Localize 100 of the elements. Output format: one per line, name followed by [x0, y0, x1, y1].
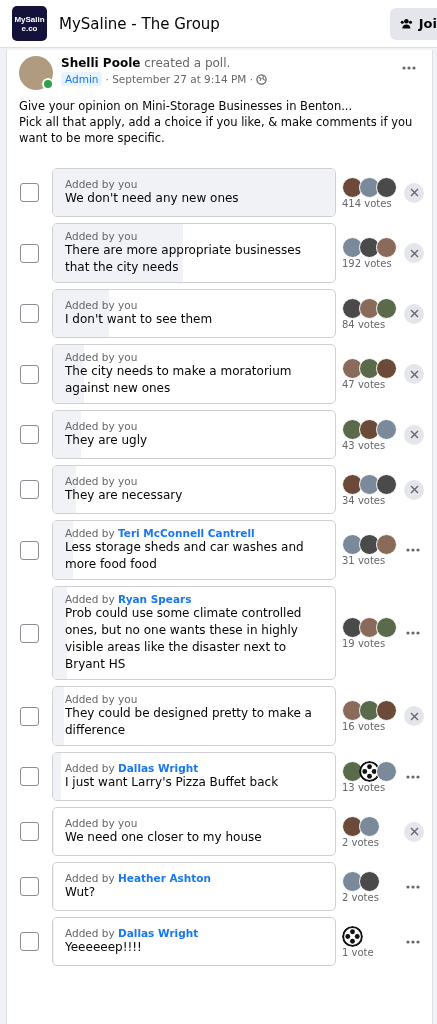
voter-avatar[interactable]: [342, 534, 363, 555]
voter-avatar[interactable]: [342, 473, 363, 495]
voter-avatar[interactable]: [359, 534, 380, 555]
vote-count[interactable]: 31 votes: [342, 555, 400, 566]
remove-option-button[interactable]: [404, 821, 424, 842]
voter-avatar[interactable]: [342, 297, 363, 319]
poll-option[interactable]: Added by Heather Ashton Wut?: [52, 862, 336, 911]
group-title[interactable]: MySaline - The Group: [59, 14, 378, 33]
voter-avatar[interactable]: [342, 176, 363, 198]
remove-option-button[interactable]: [404, 424, 424, 445]
join-button[interactable]: Joi: [390, 7, 437, 40]
author-name[interactable]: Shelli Poole: [61, 56, 141, 70]
author-link[interactable]: Heather Ashton: [118, 872, 212, 884]
film-reel-icon[interactable]: [359, 760, 380, 782]
people-icon: [400, 17, 413, 30]
poll-option[interactable]: Added by Ryan Spears Prob could use some climate controlled ones, but no one wants these in highly visible areas like the disaster next to Bryant HS: [52, 586, 336, 680]
poll-option[interactable]: Added by you They could be designed pretty to make a difference: [52, 686, 336, 746]
voter-avatar[interactable]: [359, 358, 380, 379]
close-icon: [409, 827, 419, 836]
poll-option[interactable]: Added by you We need one closer to my house: [52, 807, 336, 856]
option-checkbox[interactable]: [20, 932, 39, 951]
option-checkbox[interactable]: [20, 304, 39, 323]
added-by-label: Added by: [65, 872, 115, 884]
option-checkbox[interactable]: [20, 364, 39, 384]
option-text: I just want Larry's Pizza Buffet back: [65, 774, 279, 791]
vote-count[interactable]: 414 votes: [342, 197, 400, 209]
group-logo[interactable]: MySaline.co: [12, 6, 47, 41]
added-by-label: Added by: [65, 927, 115, 939]
poll-option[interactable]: Added by you They are necessary: [52, 465, 336, 514]
remove-option-button[interactable]: [404, 303, 424, 324]
poll-option[interactable]: Added by you They are ugly: [52, 410, 336, 459]
author-link[interactable]: Dallas Wright: [118, 927, 199, 939]
voter-avatar[interactable]: [342, 870, 363, 892]
vote-count[interactable]: 43 votes: [342, 439, 400, 451]
option-text: There are more appropriate businesses that the city needs: [65, 242, 302, 276]
option-text: They are necessary: [65, 487, 183, 504]
added-by-label: Added by you: [65, 230, 139, 242]
option-checkbox[interactable]: [20, 767, 39, 786]
voter-avatar[interactable]: [376, 176, 397, 198]
close-icon: [409, 248, 419, 258]
vote-count[interactable]: 13 votes: [342, 781, 400, 793]
voter-avatar[interactable]: [359, 237, 380, 258]
option-text: The city needs to make a moratorium against new ones: [65, 363, 293, 397]
voter-avatar[interactable]: [359, 176, 380, 198]
voter-avatar[interactable]: [359, 473, 380, 495]
vote-count[interactable]: 192 votes: [342, 258, 400, 269]
author-link[interactable]: Teri McConnell Cantrell: [118, 527, 255, 539]
vote-count[interactable]: 34 votes: [342, 494, 400, 506]
voter-avatar[interactable]: [359, 700, 380, 721]
author-link[interactable]: Dallas Wright: [118, 762, 199, 774]
added-by-label: Added by: [65, 593, 115, 605]
option-text: We need one closer to my house: [65, 829, 262, 846]
option-text: They are ugly: [65, 432, 148, 449]
poll-option[interactable]: Added by you There are more appropriate businesses that the city needs: [52, 223, 336, 283]
voter-avatar[interactable]: [342, 617, 363, 638]
voter-avatar[interactable]: [342, 418, 363, 440]
poll-option[interactable]: Added by Dallas Wright I just want Larry's Pizza Buffet back: [52, 752, 336, 801]
option-checkbox[interactable]: [20, 706, 39, 726]
added-by-label: Added by: [65, 527, 115, 539]
option-checkbox[interactable]: [20, 425, 39, 444]
post-time[interactable]: · September 27 at 9:14 PM ·: [105, 73, 254, 85]
film-reel-icon[interactable]: [342, 925, 363, 947]
added-by-label: Added by you: [65, 693, 139, 705]
option-checkbox[interactable]: [20, 480, 39, 499]
voter-avatar[interactable]: [359, 418, 380, 440]
option-checkbox[interactable]: [20, 183, 39, 202]
option-checkbox[interactable]: [20, 540, 39, 560]
remove-option-button[interactable]: [404, 706, 424, 726]
voter-avatar[interactable]: [376, 700, 397, 721]
added-by-label: Added by you: [65, 299, 139, 311]
voter-avatar[interactable]: [342, 237, 363, 258]
vote-count[interactable]: 2 votes: [342, 891, 400, 903]
poll-option[interactable]: Added by you We don't need any new ones: [52, 168, 336, 217]
poll-option[interactable]: Added by Dallas Wright Yeeeeeep!!!!: [52, 917, 336, 966]
vote-count[interactable]: 47 votes: [342, 379, 400, 390]
poll-option[interactable]: Added by you I don't want to see them: [52, 289, 336, 338]
poll-option[interactable]: Added by you The city needs to make a moratorium against new ones: [52, 344, 336, 404]
post-text: Pick all that apply, add a choice if you like, & make comments if you want to be more specific.: [19, 114, 414, 146]
voter-avatar[interactable]: [359, 870, 380, 892]
vote-count[interactable]: 19 votes: [342, 638, 400, 649]
close-icon: [409, 369, 419, 379]
author-link[interactable]: Ryan Spears: [118, 593, 192, 605]
vote-count[interactable]: 2 votes: [342, 836, 400, 848]
author-avatar[interactable]: [19, 56, 53, 90]
poll-option[interactable]: Added by Teri McConnell Cantrell Less storage sheds and car washes and more food food: [52, 520, 336, 580]
close-icon: [409, 485, 419, 494]
vote-count[interactable]: 84 votes: [342, 318, 400, 330]
option-checkbox[interactable]: [20, 877, 39, 896]
vote-count[interactable]: 1 vote: [342, 946, 400, 958]
remove-option-button[interactable]: [404, 364, 424, 384]
remove-option-button[interactable]: [404, 479, 424, 500]
voter-avatar[interactable]: [376, 358, 397, 379]
option-checkbox[interactable]: [20, 822, 39, 841]
remove-option-button[interactable]: [404, 243, 424, 263]
remove-option-button[interactable]: [404, 182, 424, 203]
voter-avatar[interactable]: [376, 473, 397, 495]
option-checkbox[interactable]: [20, 243, 39, 263]
vote-count[interactable]: 16 votes: [342, 721, 400, 732]
option-checkbox[interactable]: [20, 623, 39, 643]
voter-avatar[interactable]: [342, 815, 363, 837]
